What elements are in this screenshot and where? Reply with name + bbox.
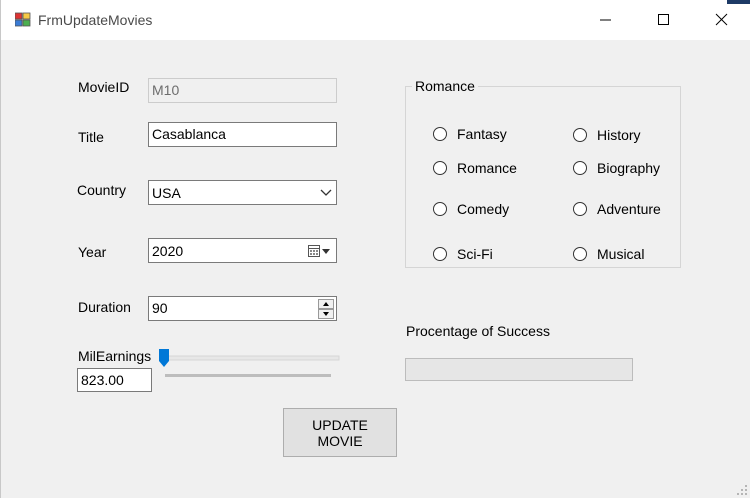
movie-id-label: MovieID [78,79,130,95]
close-icon[interactable] [699,0,745,40]
radio-circle[interactable] [573,161,587,175]
radio-label: Comedy [457,201,510,217]
movie-id-field: M10 [148,78,337,103]
update-button-line2: MOVIE [317,432,363,449]
update-movie-button[interactable]: UPDATE MOVIE [283,408,397,457]
radio-circle[interactable] [573,247,587,261]
country-value: USA [152,185,181,201]
minimize-icon[interactable] [587,0,633,40]
title-bar[interactable]: FrmUpdateMovies [1,0,750,40]
form-window: FrmUpdateMovies MovieID M10 Title Casabl… [0,0,750,498]
chevron-down-icon[interactable] [320,187,332,199]
year-datepicker[interactable]: 2020 [148,238,337,263]
year-value: 2020 [152,243,184,259]
update-button-line1: UPDATE [312,416,368,433]
spin-updown-icon[interactable] [318,299,334,319]
success-label: Procentage of Success [406,323,550,339]
radio-circle[interactable] [433,202,447,216]
radio-label: History [597,127,641,143]
mil-earnings-value: 823.00 [81,372,124,388]
window-title: FrmUpdateMovies [38,12,153,28]
radio-circle[interactable] [573,202,587,216]
duration-value: 90 [152,300,168,316]
genre-group-title: Romance [412,78,478,94]
radio-label: Adventure [597,201,661,217]
title-value: Casablanca [152,126,226,142]
radio-label: Musical [597,246,645,262]
title-field[interactable]: Casablanca [148,122,337,147]
radio-circle[interactable] [433,127,447,141]
radio-circle[interactable] [433,247,447,261]
success-progressbar [405,358,633,381]
mil-earnings-label: MilEarnings [78,348,152,364]
movie-id-value: M10 [152,82,180,98]
radio-label: Sci-Fi [457,246,493,262]
app-icon [15,12,31,27]
radio-label: Romance [457,160,517,176]
title-label: Title [78,129,104,145]
desktop-edge [727,0,750,4]
earnings-trackbar[interactable] [159,346,341,382]
trackbar-thumb[interactable] [159,349,169,367]
country-combobox[interactable]: USA [148,180,337,205]
country-label: Country [77,182,127,198]
resize-grip-icon[interactable] [736,484,748,496]
radio-circle[interactable] [433,161,447,175]
radio-label: Biography [597,160,661,176]
radio-circle[interactable] [573,128,587,142]
year-label: Year [78,244,107,260]
genre-groupbox [405,86,681,268]
calendar-dropdown-icon[interactable] [307,244,333,258]
radio-label: Fantasy [457,126,507,142]
maximize-icon[interactable] [641,0,687,40]
mil-earnings-field[interactable]: 823.00 [77,368,152,392]
duration-numeric[interactable]: 90 [148,296,337,321]
duration-label: Duration [78,299,131,315]
trackbar-ticks [165,374,331,377]
